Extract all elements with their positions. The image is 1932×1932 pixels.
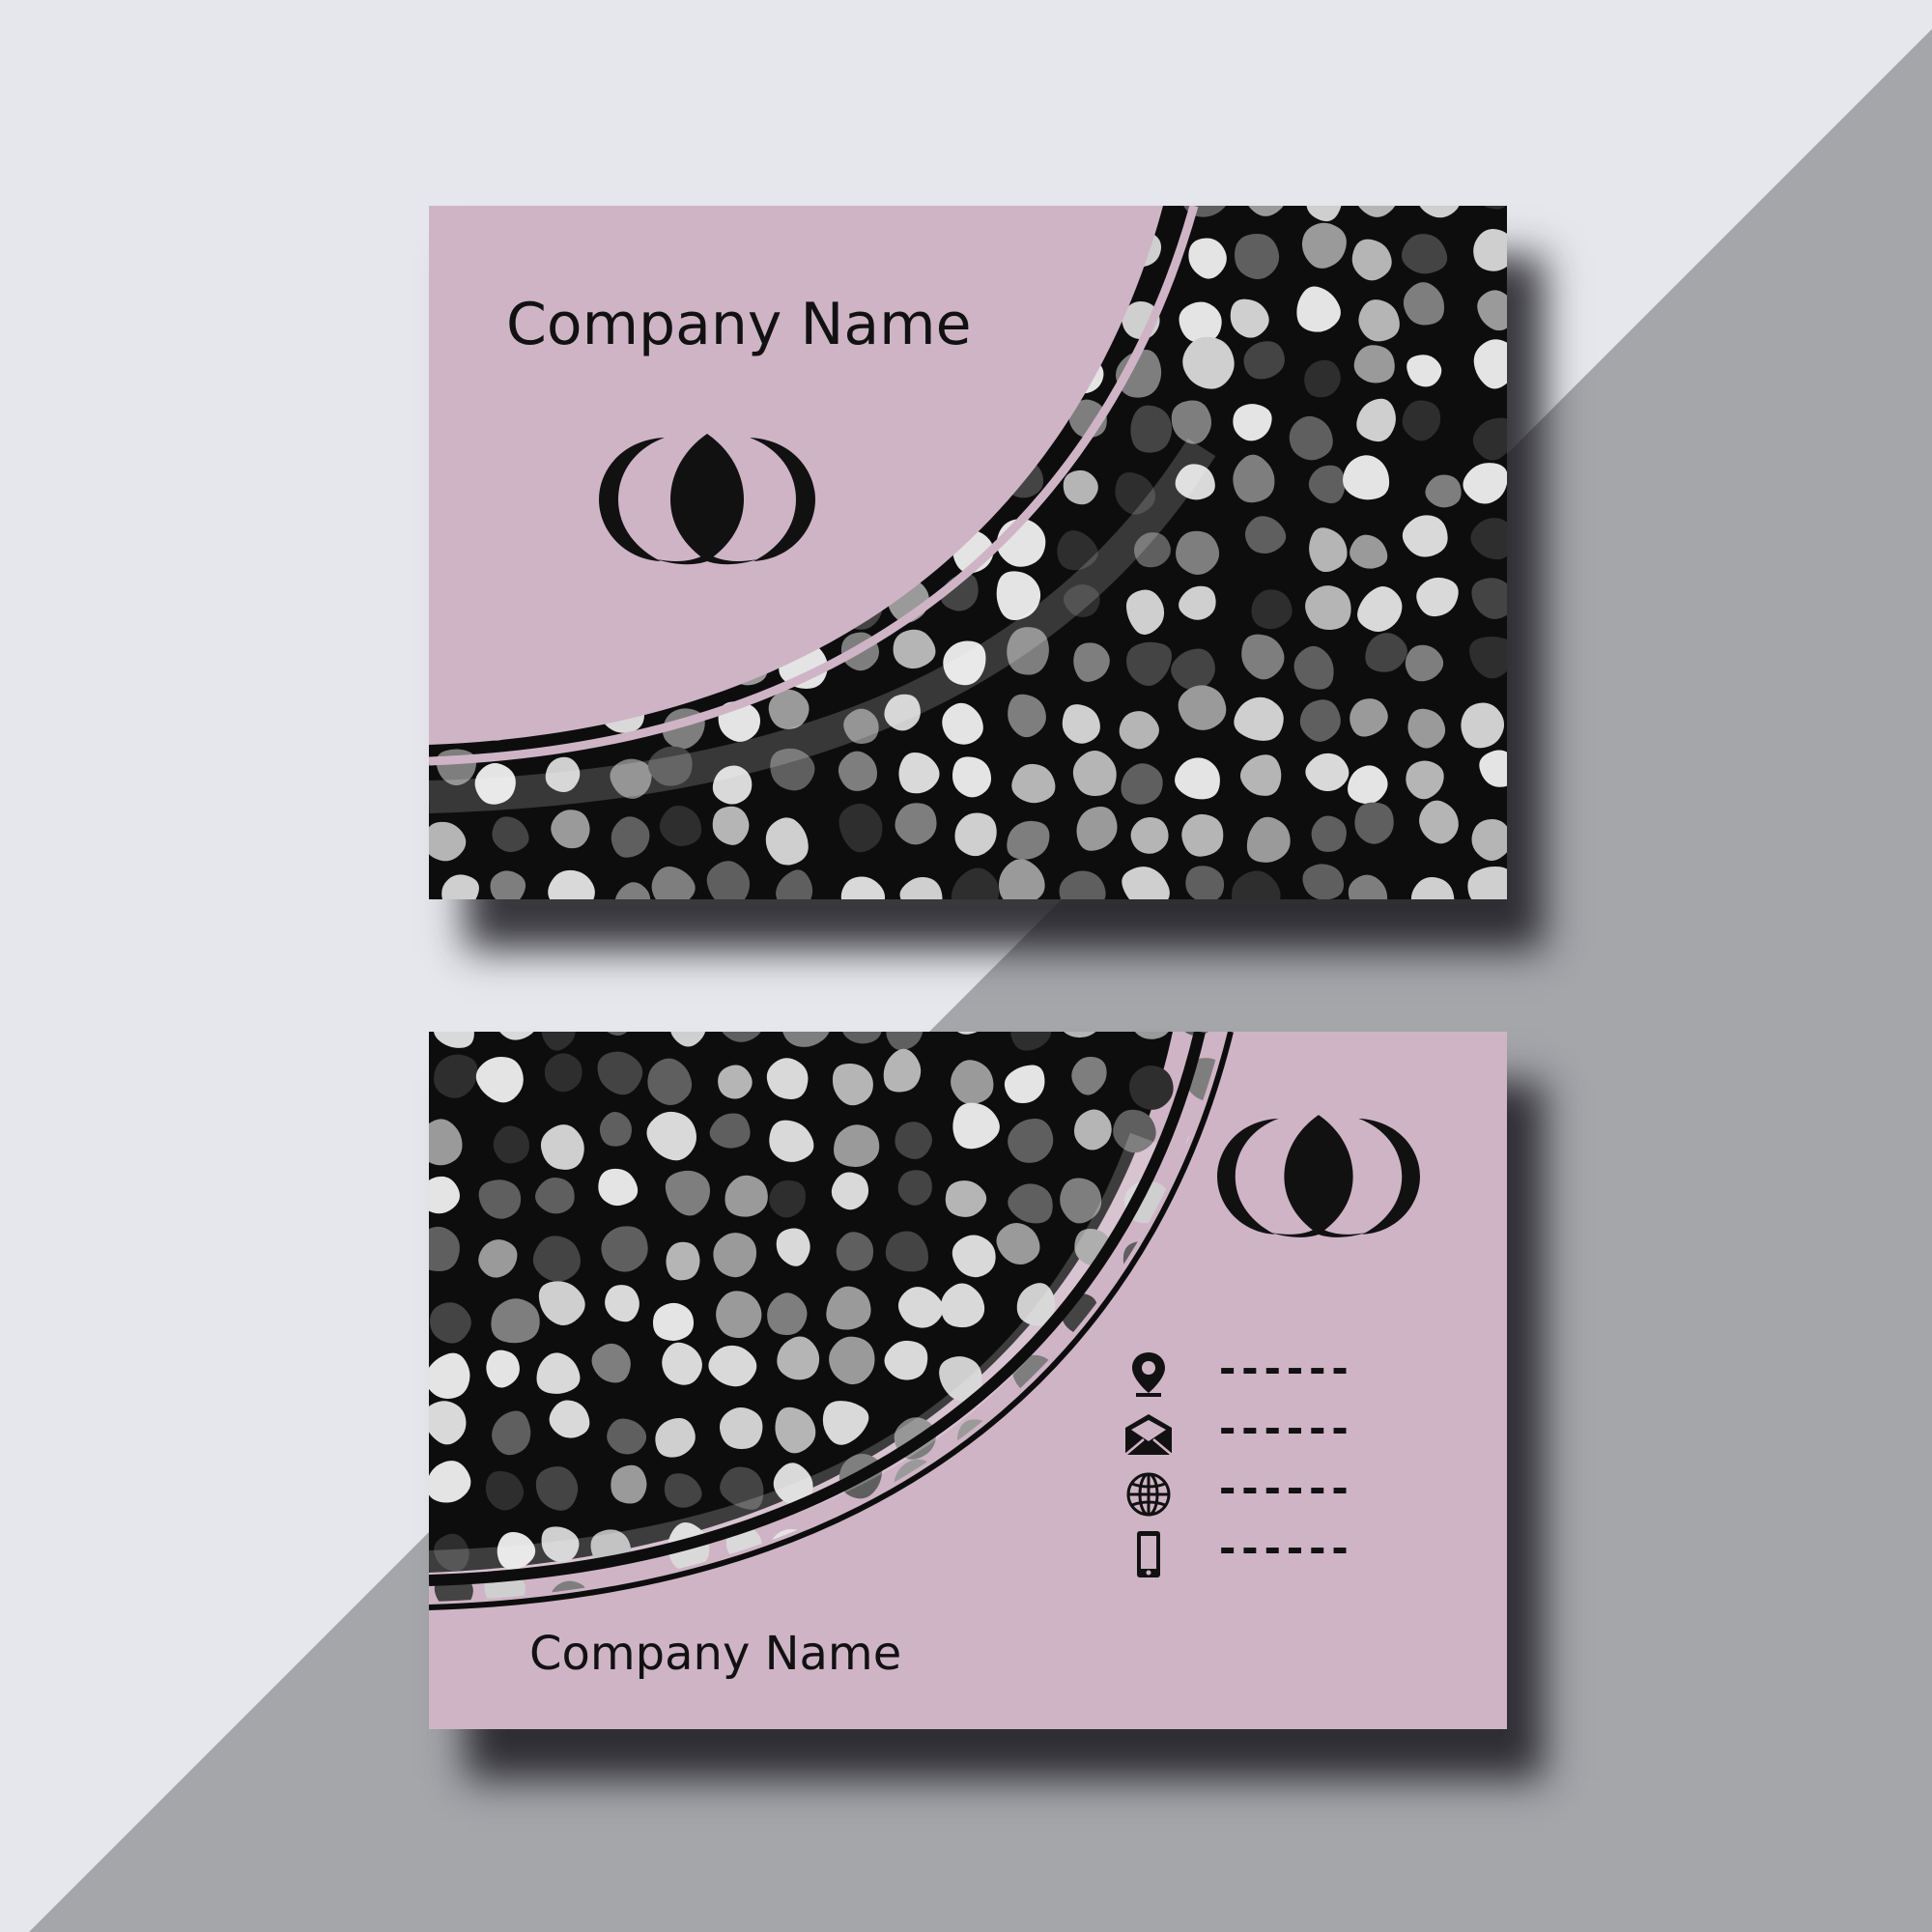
location-pin-icon [1132,1352,1165,1397]
mobile-phone-icon [1137,1531,1160,1577]
contact-list: ------ ------ ------ ------ [1122,1345,1451,1590]
crescent-leaf-logo-icon [599,434,815,565]
contact-value-website: ------ [1215,1464,1352,1512]
business-card-front: Company Name [429,206,1507,899]
mosaic-tile [652,1302,695,1341]
contact-value-address: ------ [1215,1345,1352,1392]
envelope-icon [1124,1414,1173,1456]
contact-row-email: ------ [1122,1405,1451,1470]
contact-row-website: ------ [1122,1464,1451,1530]
contact-value-phone: ------ [1215,1524,1352,1572]
company-name-front: Company Name [506,291,972,358]
mosaic-tile [1181,813,1224,857]
mosaic-tile [666,1241,700,1281]
contact-row-address: ------ [1122,1345,1451,1410]
mosaic-tile [1128,1065,1174,1110]
crescent-leaf-logo-icon [1217,1115,1420,1237]
mosaic-tile [544,1053,582,1093]
contact-value-email: ------ [1215,1405,1352,1452]
globe-icon [1126,1472,1171,1517]
company-name-back: Company Name [529,1627,902,1681]
business-card-back: ------ ------ ------ ------ Company Name [429,1032,1507,1729]
mosaic-tile [719,1407,763,1450]
business-card-mockup: Company Name ------ ------ ------ ------… [0,0,1932,1932]
contact-row-phone: ------ [1122,1524,1451,1590]
